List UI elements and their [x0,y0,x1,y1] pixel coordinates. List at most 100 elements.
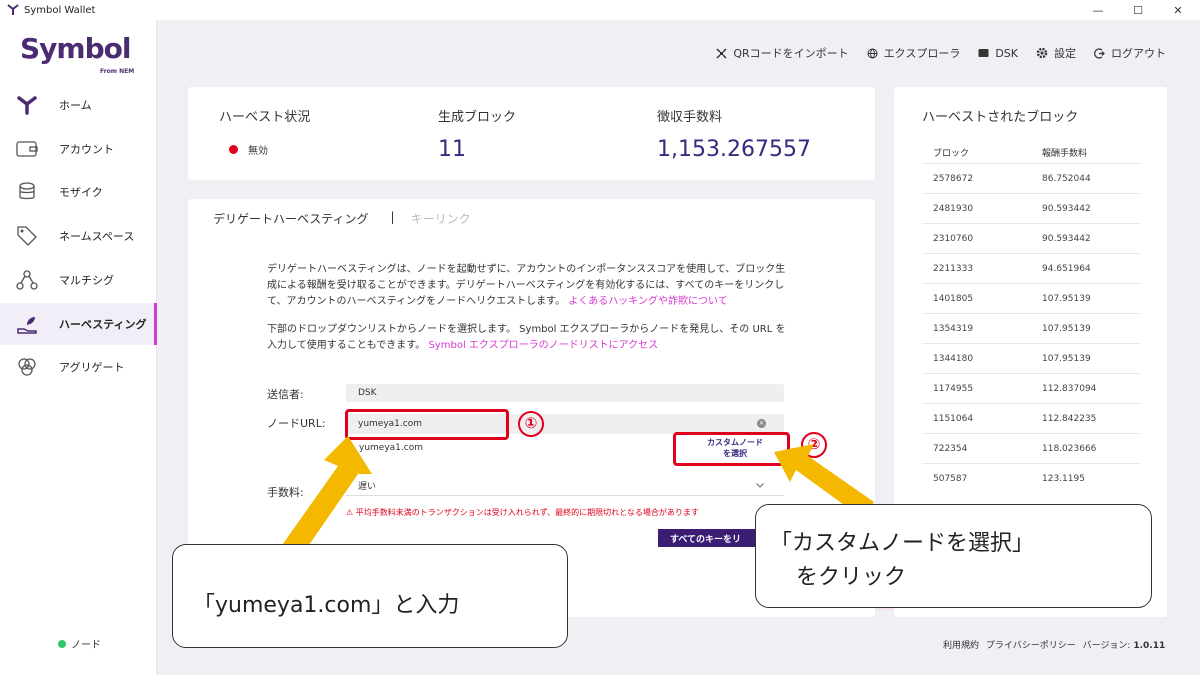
brand-sub: From NEM [100,68,135,75]
minimize-button[interactable]: — [1078,0,1118,20]
account-button[interactable]: DSK [978,47,1018,60]
home-icon [15,93,39,117]
reward-fee-cell: 107.95139 [1042,354,1091,364]
sidebar-item-label: アカウント [59,143,114,156]
blocks-value: 11 [438,137,466,162]
account-label: DSK [995,46,1018,60]
wallet-icon [15,137,39,161]
logout-label: ログアウト [1111,47,1166,60]
block-height-cell: 1354319 [933,324,974,334]
harvest-stats-card [188,87,875,180]
tab-keylink[interactable]: キーリンク [411,210,471,227]
clear-input-icon[interactable]: × [757,419,766,428]
brand-logo[interactable]: Symbol From NEM [20,32,150,75]
callout-custom-text-1: 「カスタムノードを選択」 [770,531,1035,556]
terms-link[interactable]: 利用規約 [943,641,979,651]
link-all-keys-button[interactable]: すべてのキーをリ [658,529,768,547]
block-height-cell: 2211333 [933,264,974,274]
node-status-label: ノード [71,640,101,651]
sidebar-item-home[interactable]: ホーム [0,84,157,126]
chevron-down-icon [756,483,764,488]
reward-fee-cell: 112.842235 [1042,414,1097,424]
version-label: バージョン: [1082,641,1131,651]
callout-custom-text-2: をクリック [796,565,907,590]
wallet-small-icon [978,49,989,57]
multisig-icon [15,268,39,292]
status-dot [229,145,238,154]
title-bar: Symbol Wallet [0,0,1200,20]
node-url-label: ノードURL: [267,417,326,430]
reward-fee-cell: 94.651964 [1042,264,1091,274]
version-number: 1.0.11 [1133,641,1166,651]
reward-fee-cell: 107.95139 [1042,294,1091,304]
settings-label: 設定 [1054,47,1076,60]
sidebar-item-label: モザイク [59,186,103,199]
fee-select[interactable]: 遅い [346,476,784,496]
sidebar-item-label: ホーム [59,99,92,112]
brand-name: Symbol [20,32,131,65]
block-height-cell: 507587 [933,474,968,484]
block-height-cell: 722354 [933,444,968,454]
table-row: 2211333 94.651964 [922,253,1140,283]
qr-import-button[interactable]: QRコードをインポート [716,45,849,61]
table-row: 1174955 112.837094 [922,373,1140,403]
gear-icon [1036,47,1048,59]
reward-fee-cell: 112.837094 [1042,384,1097,394]
block-height-cell: 2310760 [933,234,974,244]
table-row: 1344180 107.95139 [922,343,1140,373]
sidebar-item-multisig[interactable]: マルチシグ [0,259,157,301]
tag-icon [15,224,39,248]
reward-fee-cell: 107.95139 [1042,324,1091,334]
sidebar-item-account[interactable]: アカウント [0,128,157,170]
qr-import-label: QRコードをインポート [733,47,849,60]
sidebar-item-label: マルチシグ [59,274,114,287]
reward-fee-cell: 123.1195 [1042,474,1085,484]
sidebar-item-aggregate[interactable]: アグリゲート [0,346,157,388]
settings-button[interactable]: 設定 [1036,45,1076,61]
harvested-blocks-title: ハーベストされたブロック [922,110,1079,125]
table-row: 1151064 112.842235 [922,403,1140,433]
sender-field: DSK [346,384,784,402]
callout-enter-url-text: 「yumeya1.com」と入力 [193,593,460,618]
step-1-marker: ① [518,411,544,437]
table-row: 2578672 86.752044 [922,163,1140,193]
explorer-nodelist-link[interactable]: Symbol エクスプローラのノードリストにアクセス [429,340,659,351]
table-row: 1401805 107.95139 [922,283,1140,313]
aggregate-icon [15,355,39,379]
callout-enter-url: 「yumeya1.com」と入力 [172,544,568,648]
harvest-icon [15,312,39,336]
close-button[interactable]: ✕ [1158,0,1198,20]
tab-delegated-harvesting[interactable]: デリゲートハーベスティング [213,210,369,227]
table-row: 722354 118.023666 [922,433,1140,463]
sidebar-item-mosaic[interactable]: モザイク [0,171,157,213]
maximize-button[interactable]: ☐ [1118,0,1158,20]
block-height-cell: 2481930 [933,204,974,214]
block-height-cell: 1151064 [933,414,974,424]
arrow-1 [280,436,372,558]
explorer-label: エクスプローラ [883,47,961,60]
app-logo-icon [7,4,19,15]
table-row: 2481930 90.593442 [922,193,1140,223]
tab-bar: デリゲートハーベスティング | キーリンク [213,210,471,227]
explorer-button[interactable]: エクスプローラ [867,45,961,61]
block-height-cell: 2578672 [933,174,974,184]
sidebar-item-namespace[interactable]: ネームスペース [0,215,157,257]
reward-fee-cell: 90.593442 [1042,234,1091,244]
sidebar-item-label: ネームスペース [59,230,135,243]
table-row: 1354319 107.95139 [922,313,1140,343]
reward-fee-cell: 86.752044 [1042,174,1091,184]
harvest-status-value: 無効 [248,146,268,157]
harvest-status-label: ハーベスト状況 [219,110,311,125]
sidebar-item-harvesting[interactable]: ハーベスティング [0,303,157,345]
fees-label: 徴収手数料 [657,110,723,125]
privacy-link[interactable]: プライバシーポリシー [986,641,1076,651]
qr-icon [716,47,727,59]
reward-fee-cell: 90.593442 [1042,204,1091,214]
scam-info-link[interactable]: よくあるハッキングや詐欺について [568,296,727,307]
node-status[interactable]: ノード [58,636,101,651]
footer: 利用規約 プライバシーポリシー バージョン: 1.0.11 [943,638,1165,651]
callout-select-custom-node: 「カスタムノードを選択」 をクリック [755,504,1152,608]
table-row: 507587 123.1195 [922,463,1140,493]
logout-button[interactable]: ログアウト [1094,45,1166,61]
top-actions: QRコードをインポート エクスプローラ DSK 設定 ログアウト [698,45,1166,61]
